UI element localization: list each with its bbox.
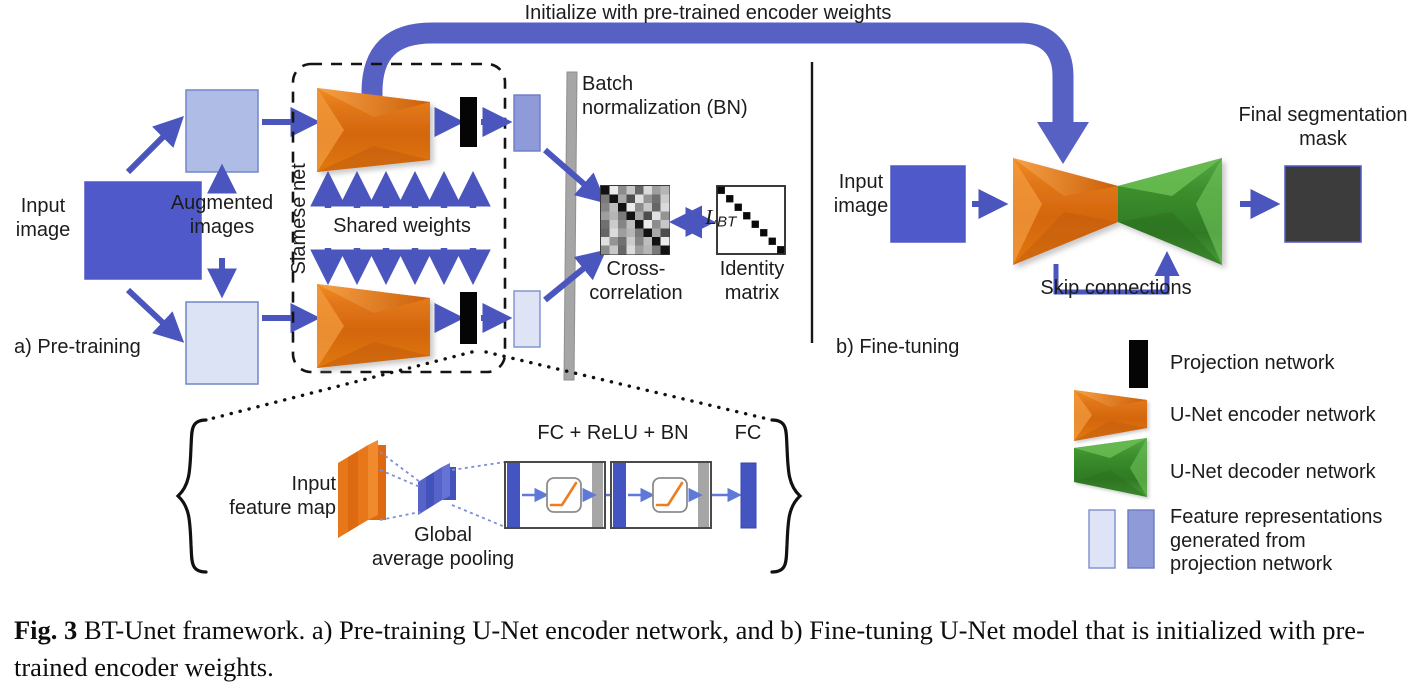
input-image-label-b: Input image — [833, 171, 889, 217]
legend-swatch-feature-light — [1088, 509, 1116, 569]
shared-weights-label: Shared weights — [333, 215, 471, 237]
panel-b-tag: b) Fine-tuning — [836, 336, 960, 358]
caption-body: BT-Unet framework. a) Pre-training U-Net… — [14, 615, 1365, 682]
legend-label-feature-representations: Feature representations generated from pro… — [1170, 506, 1383, 576]
siamese-net-label: Siamese net — [288, 163, 311, 275]
batch-normalization-label: Batch normalization (BN) — [582, 73, 748, 119]
legend-swatch-projection-network — [1129, 340, 1148, 388]
augmented-image-top — [185, 89, 259, 173]
global-average-pooling-label: Global average pooling — [371, 524, 515, 570]
loss-symbol-char: L — [705, 204, 718, 229]
legend-swatch-feature-dark — [1127, 509, 1155, 569]
encoder-top — [317, 88, 430, 172]
fc-label: FC — [734, 422, 762, 444]
augmented-images-label: Augmented images — [170, 192, 274, 238]
arrow-input-to-aug-bottom — [125, 287, 185, 343]
identity-matrix-label: Identity matrix — [719, 258, 785, 304]
shared-weight-arrows-down — [310, 248, 491, 286]
fc-relu-bn-label: FC + ReLU + BN — [537, 422, 689, 444]
projection-network-bottom — [460, 292, 477, 344]
global-average-pooling-block — [418, 463, 456, 515]
batch-normalization-bar — [563, 71, 578, 381]
arrow-input-to-aug-top — [125, 116, 184, 175]
legend-label-encoder: U-Net encoder network — [1170, 404, 1376, 426]
legend-swatch-encoder — [1074, 390, 1147, 441]
fc-relu-bn-block-2 — [610, 461, 712, 529]
segmentation-mask — [1284, 165, 1362, 243]
detail-callout-lines — [204, 350, 774, 422]
fc-output-bar — [740, 462, 757, 529]
figure-caption: Fig. 3 BT-Unet framework. a) Pre-trainin… — [14, 612, 1406, 685]
unet-decoder-b — [1118, 158, 1222, 265]
projection-network-top — [460, 97, 477, 147]
feature-representation-top — [513, 94, 541, 152]
fc-relu-bn-block-1 — [504, 461, 606, 529]
augmented-image-bottom — [185, 301, 259, 385]
feature-representation-bottom — [513, 290, 541, 348]
input-feature-map-label: Input feature map — [229, 473, 336, 519]
input-image-b — [890, 165, 966, 243]
initialize-label: Initialize with pre-trained encoder weig… — [524, 2, 892, 24]
figure-bt-unet: Initialize with pre-trained encoder weig… — [0, 0, 1416, 695]
loss-bt-symbol: LBT — [682, 180, 736, 256]
caption-figure-number: Fig. 3 — [14, 615, 78, 645]
cross-correlation-matrix — [600, 185, 670, 255]
legend-label-decoder: U-Net decoder network — [1170, 461, 1376, 483]
cross-correlation-label: Cross-correlation — [589, 258, 683, 304]
input-image-label-a: Input image — [15, 195, 71, 241]
shared-weight-arrows-up — [310, 170, 491, 208]
legend-swatch-decoder — [1074, 438, 1147, 497]
encoder-bottom — [317, 284, 430, 368]
skip-connections-label: Skip connections — [1040, 277, 1192, 299]
panel-a-tag: a) Pre-training — [14, 336, 141, 358]
unet-encoder-b — [1013, 158, 1118, 265]
final-mask-label: Final segmentation mask — [1238, 104, 1408, 150]
loss-subscript-char: BT — [717, 213, 737, 231]
legend-label-projection-network: Projection network — [1170, 352, 1335, 374]
